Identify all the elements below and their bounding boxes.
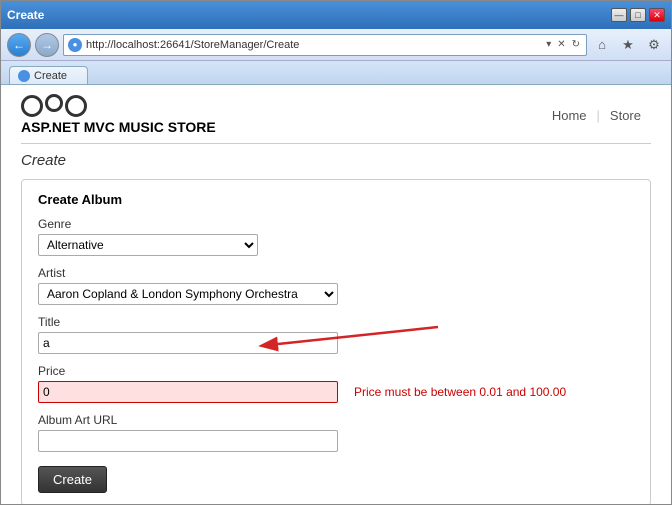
minimize-button[interactable]: — (611, 8, 627, 22)
tab-label: Create (34, 70, 67, 82)
title-group: Title (38, 315, 634, 354)
back-nav-button[interactable]: ← (7, 33, 31, 57)
title-input-container (38, 332, 338, 354)
genre-label: Genre (38, 217, 634, 231)
album-art-group: Album Art URL (38, 413, 634, 452)
close-button[interactable]: ✕ (649, 8, 665, 22)
browser-toolbar: ← → ● http://localhost:26641/StoreManage… (1, 29, 671, 61)
price-error-message: Price must be between 0.01 and 100.00 (354, 385, 566, 399)
address-go[interactable]: ↻ (570, 39, 582, 50)
tab-bar: Create (1, 61, 671, 85)
browser-window: Create — □ ✕ ← → ● http://localhost:2664… (0, 0, 672, 505)
site-header: ASP.NET MVC MUSIC STORE Home | Store (21, 95, 651, 144)
forward-nav-button[interactable]: → (35, 33, 59, 57)
create-album-panel: Create Album Genre Alternative Artist Aa… (21, 179, 651, 505)
genre-group: Genre Alternative (38, 217, 634, 256)
site-title: ASP.NET MVC MUSIC STORE (21, 119, 216, 135)
panel-title: Create Album (38, 192, 634, 207)
album-art-input[interactable] (38, 430, 338, 452)
create-button[interactable]: Create (38, 466, 107, 493)
favorites-icon[interactable]: ★ (617, 34, 639, 56)
price-group: Price Price must be between 0.01 and 100… (38, 364, 634, 403)
site-favicon: ● (68, 38, 82, 52)
artist-group: Artist Aaron Copland & London Symphony O… (38, 266, 634, 305)
artist-select[interactable]: Aaron Copland & London Symphony Orchestr… (38, 283, 338, 305)
genre-select[interactable]: Alternative (38, 234, 258, 256)
site-logo-area: ASP.NET MVC MUSIC STORE (21, 95, 216, 135)
logo-circle-3 (65, 95, 87, 117)
browser-title: Create (7, 8, 44, 22)
maximize-button[interactable]: □ (630, 8, 646, 22)
address-bar[interactable]: ● http://localhost:26641/StoreManager/Cr… (63, 34, 587, 56)
artist-label: Artist (38, 266, 634, 280)
home-icon[interactable]: ⌂ (591, 34, 613, 56)
logo-circle-2 (45, 94, 63, 112)
title-label: Title (38, 315, 634, 329)
store-nav-link[interactable]: Store (600, 106, 651, 125)
settings-icon[interactable]: ⚙ (643, 34, 665, 56)
price-label: Price (38, 364, 634, 378)
site-logo (21, 95, 216, 117)
home-nav-link[interactable]: Home (542, 106, 597, 125)
title-input[interactable] (38, 332, 338, 354)
tab-favicon-icon (18, 70, 30, 82)
price-input[interactable] (38, 381, 338, 403)
logo-circle-1 (21, 95, 43, 117)
page-heading: Create (21, 152, 651, 169)
page-content: ASP.NET MVC MUSIC STORE Home | Store Cre… (1, 85, 671, 505)
current-tab[interactable]: Create (9, 66, 88, 84)
address-refresh[interactable]: ✕ (555, 39, 567, 50)
address-dropdown[interactable]: ▾ (544, 39, 553, 50)
address-actions: ▾ ✕ ↻ (544, 39, 582, 50)
album-art-label: Album Art URL (38, 413, 634, 427)
toolbar-icons: ⌂ ★ ⚙ (591, 34, 665, 56)
window-controls: — □ ✕ (611, 8, 665, 22)
site-nav: Home | Store (542, 106, 651, 125)
url-text: http://localhost:26641/StoreManager/Crea… (86, 39, 540, 51)
browser-titlebar: Create — □ ✕ (1, 1, 671, 29)
